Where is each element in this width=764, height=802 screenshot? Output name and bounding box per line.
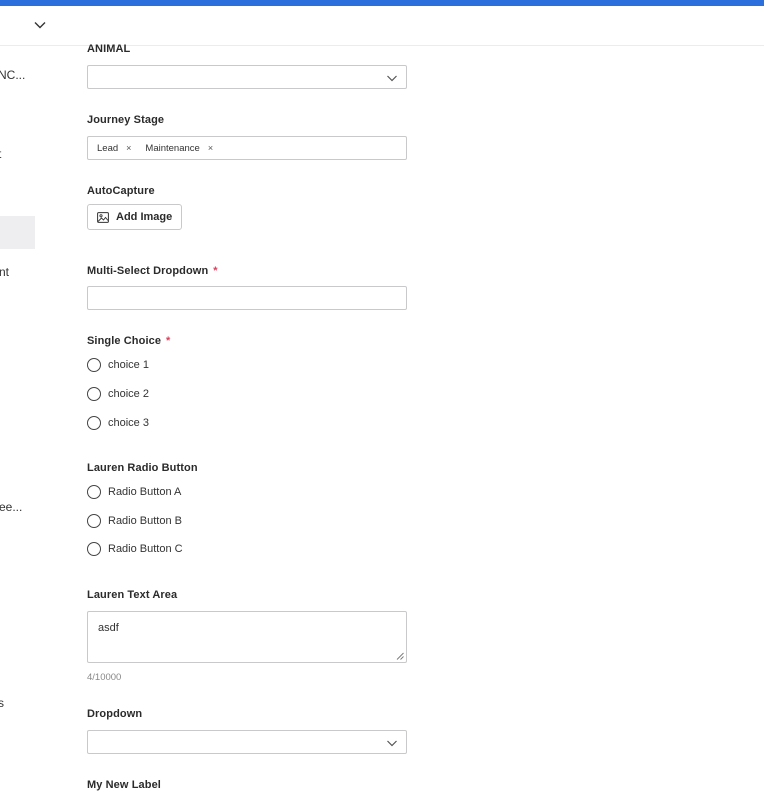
single-choice-option-1[interactable]: choice 1 bbox=[87, 357, 149, 373]
required-marker: * bbox=[213, 265, 218, 277]
dropdown-label: Dropdown bbox=[87, 708, 143, 720]
lauren-radio-label: Lauren Radio Button bbox=[87, 462, 198, 474]
textarea-value: asdf bbox=[98, 622, 119, 634]
radio-button-b[interactable]: Radio Button B bbox=[87, 513, 182, 529]
tag-lead: Lead × bbox=[93, 140, 136, 156]
sidebar-item-2[interactable]: t bbox=[0, 147, 1, 161]
chevron-down-icon bbox=[387, 740, 397, 747]
sidebar-item-5[interactable]: s bbox=[0, 696, 4, 710]
sidebar-item-4[interactable]: ee... bbox=[0, 500, 22, 514]
radio-button-a[interactable]: Radio Button A bbox=[87, 484, 181, 500]
single-choice-label: Single Choice * bbox=[87, 335, 171, 347]
multi-select-dropdown[interactable] bbox=[87, 286, 407, 310]
radio-circle[interactable] bbox=[87, 387, 101, 401]
tag-maintenance: Maintenance × bbox=[141, 140, 218, 156]
chevron-down-icon bbox=[387, 75, 397, 82]
lauren-textarea-label: Lauren Text Area bbox=[87, 589, 178, 601]
multi-select-label: Multi-Select Dropdown * bbox=[87, 265, 218, 277]
radio-circle[interactable] bbox=[87, 416, 101, 430]
radio-circle[interactable] bbox=[87, 542, 101, 556]
image-icon bbox=[97, 211, 109, 223]
add-image-button[interactable]: Add Image bbox=[87, 204, 183, 230]
radio-circle[interactable] bbox=[87, 514, 101, 528]
radio-circle[interactable] bbox=[87, 358, 101, 372]
my-new-label: My New Label bbox=[87, 779, 161, 791]
dropdown-select[interactable] bbox=[87, 730, 407, 754]
journey-stage-label: Journey Stage bbox=[87, 114, 165, 126]
lauren-textarea[interactable]: asdf bbox=[87, 611, 407, 663]
sidebar: NC... t nt ee... s bbox=[0, 46, 40, 802]
resize-handle-icon[interactable] bbox=[396, 652, 404, 660]
animal-select[interactable] bbox=[87, 65, 407, 89]
character-counter: 4/10000 bbox=[87, 672, 122, 683]
radio-circle[interactable] bbox=[87, 485, 101, 499]
journey-stage-multiselect[interactable]: Lead × Maintenance × bbox=[87, 136, 407, 160]
remove-tag-icon[interactable]: × bbox=[126, 143, 131, 153]
animal-label: ANIMAL bbox=[87, 43, 131, 55]
sidebar-item-1[interactable]: NC... bbox=[0, 68, 25, 82]
autocapture-label: AutoCapture bbox=[87, 185, 155, 197]
required-marker: * bbox=[166, 335, 171, 347]
remove-tag-icon[interactable]: × bbox=[208, 143, 213, 153]
radio-button-c[interactable]: Radio Button C bbox=[87, 541, 183, 557]
sidebar-item-3[interactable]: nt bbox=[0, 265, 9, 279]
single-choice-option-2[interactable]: choice 2 bbox=[87, 386, 149, 402]
sidebar-item-selected[interactable] bbox=[0, 216, 35, 249]
header-bar bbox=[0, 6, 764, 46]
single-choice-option-3[interactable]: choice 3 bbox=[87, 415, 149, 431]
add-image-label: Add Image bbox=[116, 211, 173, 223]
chevron-down-icon[interactable] bbox=[33, 18, 47, 32]
